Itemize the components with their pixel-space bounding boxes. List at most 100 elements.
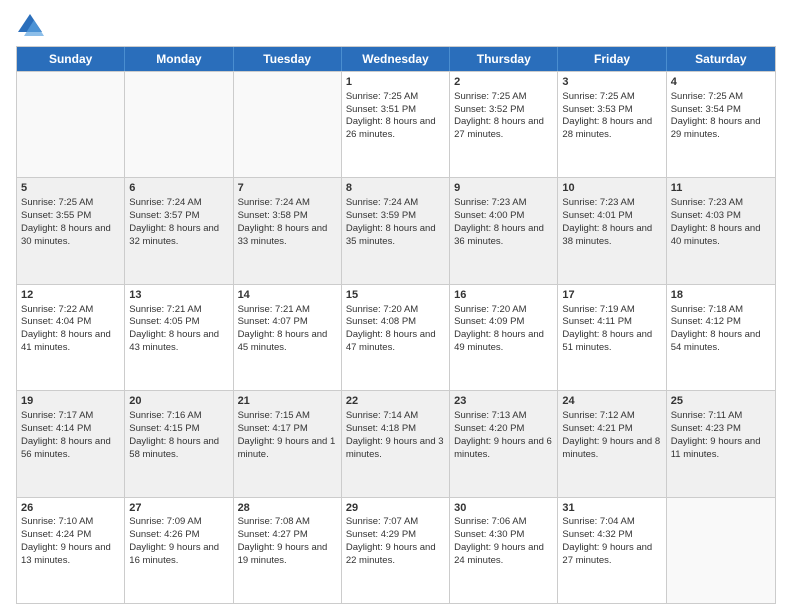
header-cell-monday: Monday [125,47,233,71]
calendar-week-3: 12Sunrise: 7:22 AMSunset: 4:04 PMDayligh… [17,284,775,390]
logo [16,12,48,40]
day-info: Sunrise: 7:20 AMSunset: 4:08 PMDaylight:… [346,304,436,353]
day-info: Sunrise: 7:16 AMSunset: 4:15 PMDaylight:… [129,410,219,459]
calendar-cell: 8Sunrise: 7:24 AMSunset: 3:59 PMDaylight… [342,178,450,283]
header-cell-thursday: Thursday [450,47,558,71]
calendar-cell: 7Sunrise: 7:24 AMSunset: 3:58 PMDaylight… [234,178,342,283]
day-number: 15 [346,288,445,303]
day-info: Sunrise: 7:12 AMSunset: 4:21 PMDaylight:… [562,410,660,459]
day-info: Sunrise: 7:19 AMSunset: 4:11 PMDaylight:… [562,304,652,353]
logo-icon [16,12,44,40]
day-info: Sunrise: 7:25 AMSunset: 3:54 PMDaylight:… [671,91,761,140]
day-number: 22 [346,394,445,409]
calendar-cell: 15Sunrise: 7:20 AMSunset: 4:08 PMDayligh… [342,285,450,390]
day-number: 25 [671,394,771,409]
day-info: Sunrise: 7:21 AMSunset: 4:07 PMDaylight:… [238,304,328,353]
day-number: 10 [562,181,661,196]
day-number: 29 [346,501,445,516]
calendar-cell: 19Sunrise: 7:17 AMSunset: 4:14 PMDayligh… [17,391,125,496]
calendar-week-4: 19Sunrise: 7:17 AMSunset: 4:14 PMDayligh… [17,390,775,496]
calendar-cell: 11Sunrise: 7:23 AMSunset: 4:03 PMDayligh… [667,178,775,283]
day-number: 31 [562,501,661,516]
day-info: Sunrise: 7:24 AMSunset: 3:58 PMDaylight:… [238,197,328,246]
day-info: Sunrise: 7:25 AMSunset: 3:55 PMDaylight:… [21,197,111,246]
calendar-cell: 23Sunrise: 7:13 AMSunset: 4:20 PMDayligh… [450,391,558,496]
day-info: Sunrise: 7:25 AMSunset: 3:52 PMDaylight:… [454,91,544,140]
day-number: 6 [129,181,228,196]
day-number: 27 [129,501,228,516]
calendar-cell: 2Sunrise: 7:25 AMSunset: 3:52 PMDaylight… [450,72,558,177]
header-cell-wednesday: Wednesday [342,47,450,71]
calendar-week-1: 1Sunrise: 7:25 AMSunset: 3:51 PMDaylight… [17,71,775,177]
page: SundayMondayTuesdayWednesdayThursdayFrid… [0,0,792,612]
day-info: Sunrise: 7:14 AMSunset: 4:18 PMDaylight:… [346,410,444,459]
day-number: 20 [129,394,228,409]
day-number: 24 [562,394,661,409]
day-info: Sunrise: 7:06 AMSunset: 4:30 PMDaylight:… [454,516,544,565]
day-info: Sunrise: 7:24 AMSunset: 3:59 PMDaylight:… [346,197,436,246]
calendar-cell: 27Sunrise: 7:09 AMSunset: 4:26 PMDayligh… [125,498,233,603]
day-number: 13 [129,288,228,303]
day-info: Sunrise: 7:04 AMSunset: 4:32 PMDaylight:… [562,516,652,565]
calendar-cell: 3Sunrise: 7:25 AMSunset: 3:53 PMDaylight… [558,72,666,177]
day-info: Sunrise: 7:15 AMSunset: 4:17 PMDaylight:… [238,410,336,459]
header-cell-tuesday: Tuesday [234,47,342,71]
header [16,12,776,40]
day-info: Sunrise: 7:08 AMSunset: 4:27 PMDaylight:… [238,516,328,565]
day-number: 28 [238,501,337,516]
calendar-cell: 17Sunrise: 7:19 AMSunset: 4:11 PMDayligh… [558,285,666,390]
calendar-cell: 20Sunrise: 7:16 AMSunset: 4:15 PMDayligh… [125,391,233,496]
calendar-cell: 21Sunrise: 7:15 AMSunset: 4:17 PMDayligh… [234,391,342,496]
calendar-cell: 14Sunrise: 7:21 AMSunset: 4:07 PMDayligh… [234,285,342,390]
day-number: 5 [21,181,120,196]
day-number: 18 [671,288,771,303]
day-number: 1 [346,75,445,90]
calendar-cell: 18Sunrise: 7:18 AMSunset: 4:12 PMDayligh… [667,285,775,390]
day-number: 14 [238,288,337,303]
calendar-cell [667,498,775,603]
calendar-header-row: SundayMondayTuesdayWednesdayThursdayFrid… [17,47,775,71]
day-info: Sunrise: 7:24 AMSunset: 3:57 PMDaylight:… [129,197,219,246]
day-number: 23 [454,394,553,409]
day-info: Sunrise: 7:18 AMSunset: 4:12 PMDaylight:… [671,304,761,353]
calendar-cell: 5Sunrise: 7:25 AMSunset: 3:55 PMDaylight… [17,178,125,283]
day-number: 9 [454,181,553,196]
day-info: Sunrise: 7:09 AMSunset: 4:26 PMDaylight:… [129,516,219,565]
calendar-cell: 25Sunrise: 7:11 AMSunset: 4:23 PMDayligh… [667,391,775,496]
day-number: 8 [346,181,445,196]
calendar-week-2: 5Sunrise: 7:25 AMSunset: 3:55 PMDaylight… [17,177,775,283]
day-number: 30 [454,501,553,516]
header-cell-saturday: Saturday [667,47,775,71]
day-number: 16 [454,288,553,303]
calendar-cell: 6Sunrise: 7:24 AMSunset: 3:57 PMDaylight… [125,178,233,283]
day-info: Sunrise: 7:20 AMSunset: 4:09 PMDaylight:… [454,304,544,353]
calendar-cell: 29Sunrise: 7:07 AMSunset: 4:29 PMDayligh… [342,498,450,603]
calendar-cell: 28Sunrise: 7:08 AMSunset: 4:27 PMDayligh… [234,498,342,603]
day-number: 2 [454,75,553,90]
day-number: 4 [671,75,771,90]
day-number: 3 [562,75,661,90]
day-info: Sunrise: 7:11 AMSunset: 4:23 PMDaylight:… [671,410,761,459]
day-info: Sunrise: 7:25 AMSunset: 3:53 PMDaylight:… [562,91,652,140]
calendar-cell: 13Sunrise: 7:21 AMSunset: 4:05 PMDayligh… [125,285,233,390]
calendar: SundayMondayTuesdayWednesdayThursdayFrid… [16,46,776,604]
header-cell-sunday: Sunday [17,47,125,71]
calendar-cell: 9Sunrise: 7:23 AMSunset: 4:00 PMDaylight… [450,178,558,283]
day-number: 26 [21,501,120,516]
day-number: 11 [671,181,771,196]
calendar-week-5: 26Sunrise: 7:10 AMSunset: 4:24 PMDayligh… [17,497,775,603]
day-info: Sunrise: 7:13 AMSunset: 4:20 PMDaylight:… [454,410,552,459]
day-info: Sunrise: 7:17 AMSunset: 4:14 PMDaylight:… [21,410,111,459]
calendar-cell [125,72,233,177]
calendar-cell: 30Sunrise: 7:06 AMSunset: 4:30 PMDayligh… [450,498,558,603]
calendar-cell [17,72,125,177]
calendar-cell: 16Sunrise: 7:20 AMSunset: 4:09 PMDayligh… [450,285,558,390]
calendar-cell: 26Sunrise: 7:10 AMSunset: 4:24 PMDayligh… [17,498,125,603]
calendar-cell [234,72,342,177]
day-number: 19 [21,394,120,409]
calendar-cell: 12Sunrise: 7:22 AMSunset: 4:04 PMDayligh… [17,285,125,390]
calendar-cell: 31Sunrise: 7:04 AMSunset: 4:32 PMDayligh… [558,498,666,603]
day-info: Sunrise: 7:10 AMSunset: 4:24 PMDaylight:… [21,516,111,565]
day-info: Sunrise: 7:23 AMSunset: 4:01 PMDaylight:… [562,197,652,246]
calendar-cell: 1Sunrise: 7:25 AMSunset: 3:51 PMDaylight… [342,72,450,177]
